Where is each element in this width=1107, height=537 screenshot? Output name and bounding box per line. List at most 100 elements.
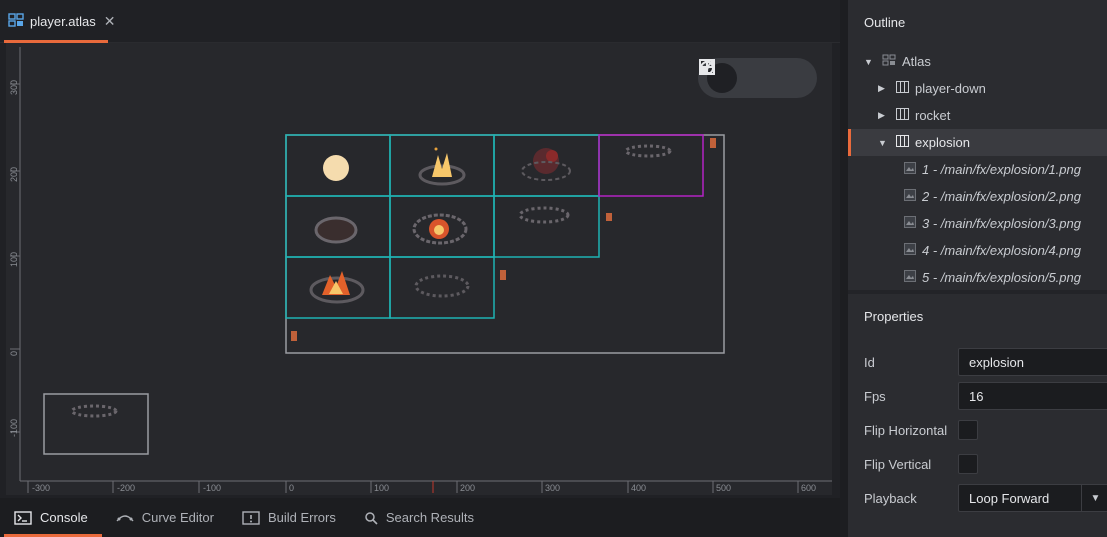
x-tick-label: -300 bbox=[32, 483, 50, 493]
x-tick-label: 200 bbox=[460, 483, 475, 493]
sprite-debris-2 bbox=[518, 206, 570, 224]
horizontal-ruler: -300 -200 -100 0 100 200 300 400 500 600 bbox=[20, 480, 832, 493]
tab-curve-editor[interactable]: Curve Editor bbox=[102, 498, 228, 537]
playback-select[interactable]: Loop Forward ▼ bbox=[958, 484, 1107, 512]
sprite-debris-1 bbox=[624, 144, 672, 158]
y-tick-label: 100 bbox=[9, 252, 19, 267]
x-tick-label: 400 bbox=[631, 483, 646, 493]
outline-item-player-down[interactable]: ▶ player-down bbox=[848, 75, 1107, 102]
bottom-panel-tabs: Console Curve Editor Build Errors Search… bbox=[0, 498, 840, 537]
outline-item-rocket[interactable]: ▶ rocket bbox=[848, 102, 1107, 129]
tab-player-atlas[interactable]: player.atlas ✕ bbox=[4, 0, 116, 43]
x-tick-label: -100 bbox=[203, 483, 221, 493]
outline-title: Outline bbox=[864, 14, 906, 30]
outline-item-image[interactable]: 2 - /main/fx/explosion/2.png bbox=[848, 183, 1107, 210]
atlas-canvas[interactable]: 300 200 100 0 -100 -300 -200 -100 0 100 … bbox=[6, 43, 832, 495]
search-icon bbox=[365, 511, 378, 525]
outline-item-label: explosion bbox=[915, 135, 970, 150]
x-tick-label: 300 bbox=[545, 483, 560, 493]
outline-item-label: Atlas bbox=[902, 54, 931, 69]
expand-arrow-icon[interactable]: ▶ bbox=[878, 110, 890, 121]
flip-vertical-checkbox[interactable] bbox=[958, 454, 978, 474]
chevron-down-icon[interactable]: ▼ bbox=[1081, 485, 1107, 511]
animation-icon bbox=[896, 135, 909, 150]
property-label: Playback bbox=[864, 490, 917, 506]
scale-icon bbox=[699, 59, 715, 75]
tab-label: Build Errors bbox=[267, 510, 336, 525]
editor-tabbar: player.atlas ✕ bbox=[0, 0, 840, 43]
tab-title: player.atlas bbox=[30, 14, 96, 29]
property-label: Flip Horizontal bbox=[864, 422, 948, 438]
tab-label: Search Results bbox=[385, 510, 475, 525]
close-icon[interactable]: ✕ bbox=[104, 13, 116, 30]
outline-item-image[interactable]: 5 - /main/fx/explosion/5.png bbox=[848, 264, 1107, 291]
atlas-icon bbox=[882, 54, 896, 69]
outline-item-label: 1 - /main/fx/explosion/1.png bbox=[922, 162, 1081, 177]
tab-label: Curve Editor bbox=[141, 510, 214, 525]
animation-icon bbox=[896, 108, 909, 123]
tab-search-results[interactable]: Search Results bbox=[350, 498, 488, 537]
expand-arrow-icon[interactable]: ▼ bbox=[864, 57, 876, 67]
y-tick-label: 200 bbox=[9, 167, 19, 182]
property-id: Id explosion bbox=[848, 348, 1107, 376]
y-tick-label: 300 bbox=[9, 80, 19, 95]
playback-value: Loop Forward bbox=[969, 490, 1050, 506]
image-icon bbox=[904, 162, 916, 177]
tab-console[interactable]: Console bbox=[0, 498, 102, 537]
outline-item-label: 5 - /main/fx/explosion/5.png bbox=[922, 270, 1081, 285]
y-tick-label: 0 bbox=[9, 351, 19, 356]
atlas-icon bbox=[8, 13, 24, 30]
expand-arrow-icon[interactable]: ▼ bbox=[878, 138, 890, 148]
vertical-ruler: 300 200 100 0 -100 bbox=[9, 47, 21, 481]
x-tick-label: 600 bbox=[801, 483, 816, 493]
property-fps: Fps 16 bbox=[848, 382, 1107, 410]
property-flip-horizontal: Flip Horizontal bbox=[848, 416, 1107, 444]
sprite-preview-debris bbox=[70, 404, 118, 418]
error-icon bbox=[242, 510, 260, 525]
atlas-frame bbox=[493, 195, 600, 258]
outline-item-label: 4 - /main/fx/explosion/4.png bbox=[922, 243, 1081, 258]
sprite-player-small bbox=[291, 138, 716, 341]
atlas-bounds bbox=[285, 134, 725, 354]
rotate-tool-button[interactable] bbox=[700, 60, 772, 93]
animation-icon bbox=[896, 81, 909, 96]
tab-build-errors[interactable]: Build Errors bbox=[228, 498, 350, 537]
inspector-pane: Outline ▼ Atlas ▶ player-down ▶ rocket ▼ bbox=[848, 0, 1107, 537]
property-label: Id bbox=[864, 354, 875, 370]
outline-item-label: 2 - /main/fx/explosion/2.png bbox=[922, 189, 1081, 204]
curve-icon bbox=[116, 514, 134, 521]
outline-item-atlas[interactable]: ▼ Atlas bbox=[848, 48, 1107, 75]
outline-item-explosion[interactable]: ▼ explosion bbox=[848, 129, 1107, 156]
sprite-flame-small bbox=[418, 147, 466, 186]
image-icon bbox=[904, 270, 916, 285]
expand-arrow-icon[interactable]: ▶ bbox=[878, 83, 890, 94]
fps-input[interactable]: 16 bbox=[958, 382, 1107, 410]
outline-panel: Outline ▼ Atlas ▶ player-down ▶ rocket ▼ bbox=[848, 0, 1107, 290]
scale-tool-button[interactable] bbox=[699, 59, 808, 93]
tab-label: Console bbox=[40, 510, 88, 525]
outline-item-label: 3 - /main/fx/explosion/3.png bbox=[922, 216, 1081, 231]
x-tick-label: 500 bbox=[716, 483, 731, 493]
sprite-bonfire bbox=[309, 271, 365, 304]
sprite-glow bbox=[323, 155, 349, 181]
properties-title: Properties bbox=[864, 308, 924, 324]
sprite-smoke-red bbox=[521, 148, 571, 181]
transform-toolbar bbox=[698, 58, 817, 98]
outline-item-image[interactable]: 3 - /main/fx/explosion/3.png bbox=[848, 210, 1107, 237]
outline-item-label: player-down bbox=[915, 81, 986, 96]
y-tick-label: -100 bbox=[9, 419, 19, 437]
image-icon bbox=[904, 189, 916, 204]
sprite-debris-3 bbox=[414, 274, 470, 298]
outline-item-image[interactable]: 4 - /main/fx/explosion/4.png bbox=[848, 237, 1107, 264]
flip-horizontal-checkbox[interactable] bbox=[958, 420, 978, 440]
image-icon bbox=[904, 216, 916, 231]
id-input[interactable]: explosion bbox=[958, 348, 1107, 376]
selected-frame bbox=[598, 134, 704, 197]
editor-pane: player.atlas ✕ 300 200 100 0 -100 -300 -… bbox=[0, 0, 840, 537]
sprite-ring bbox=[314, 216, 358, 244]
outline-item-image[interactable]: 1 - /main/fx/explosion/1.png bbox=[848, 156, 1107, 183]
scene-view: 300 200 100 0 -100 -300 -200 -100 0 100 … bbox=[9, 47, 832, 493]
properties-panel: Properties Id explosion Fps 16 Flip Hori… bbox=[848, 294, 1107, 537]
selection-indicator bbox=[848, 129, 851, 156]
property-label: Flip Vertical bbox=[864, 456, 932, 472]
